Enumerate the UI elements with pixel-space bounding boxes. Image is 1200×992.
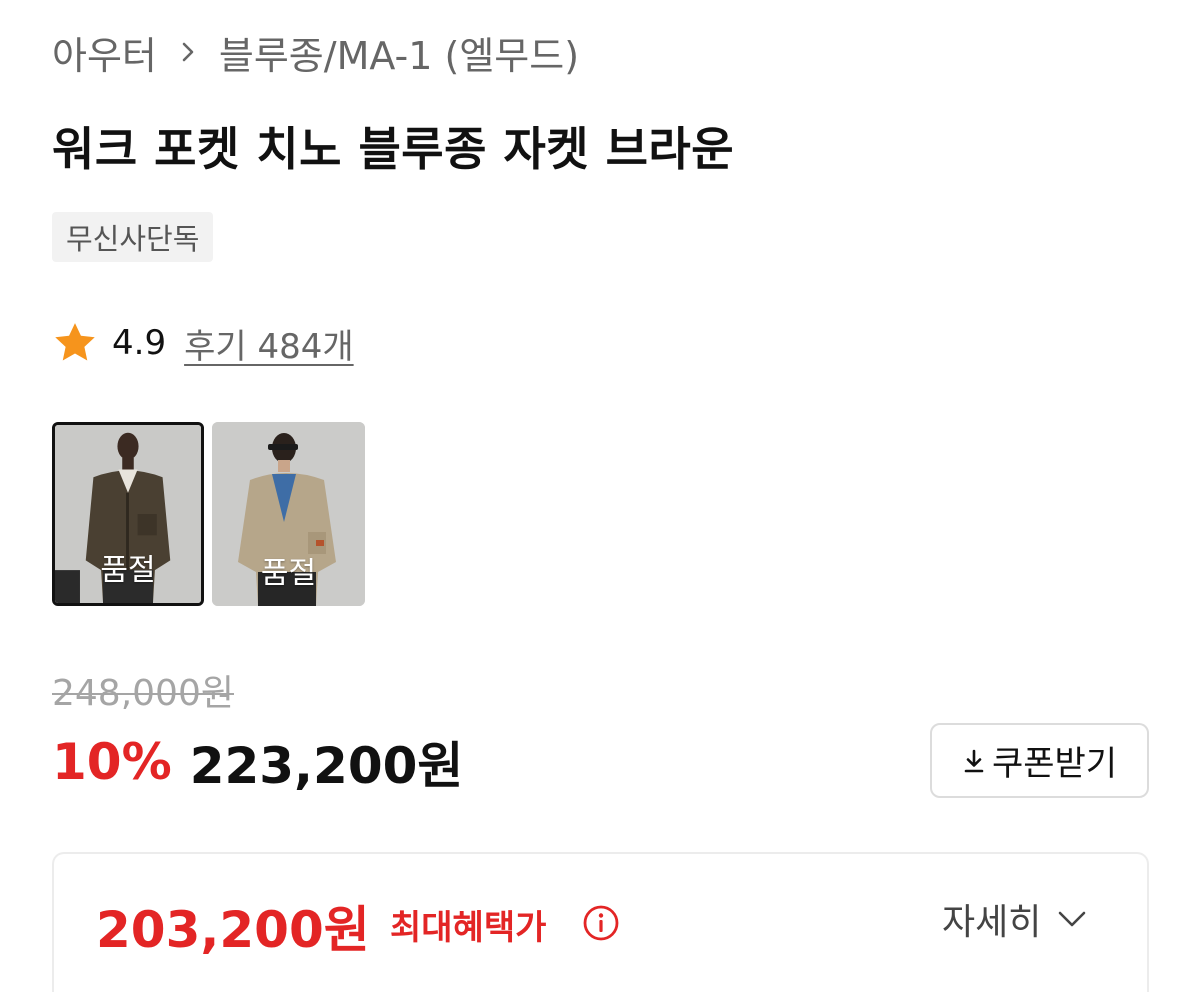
detail-label: 자세히 xyxy=(942,902,1042,943)
discount-rate: 10% xyxy=(52,733,172,791)
chevron-down-icon xyxy=(1059,911,1086,927)
max-benefit-price: 203,200원 xyxy=(96,901,370,959)
sold-out-label: 품절 xyxy=(100,553,156,588)
original-price: 248,000원 xyxy=(52,673,234,714)
sale-price-row: 10% 223,200원 xyxy=(52,728,463,796)
color-thumbnail-khaki[interactable]: 품절 xyxy=(212,422,365,606)
sale-price: 223,200원 xyxy=(189,737,464,795)
breadcrumb-item-outer[interactable]: 아우터 xyxy=(52,25,157,80)
product-title: 워크 포켓 치노 블루종 자켓 브라운 xyxy=(52,122,735,176)
rating-row: 4.9 후기 484개 xyxy=(52,318,354,368)
rating-score: 4.9 xyxy=(112,323,167,363)
download-icon xyxy=(964,749,984,772)
breadcrumb: 아우터 블루종/MA-1 (엘무드) xyxy=(52,24,579,80)
max-benefit-label: 최대혜택가 xyxy=(390,908,547,948)
coupon-download-button[interactable]: 쿠폰받기 xyxy=(930,723,1149,798)
chevron-right-icon xyxy=(177,41,199,63)
review-count-link[interactable]: 후기 484개 xyxy=(184,319,354,368)
info-icon[interactable] xyxy=(582,904,620,942)
exclusive-badge: 무신사단독 xyxy=(52,212,214,262)
benefit-detail-toggle[interactable]: 자세히 xyxy=(942,894,1087,944)
sold-out-label: 품절 xyxy=(260,556,317,591)
max-benefit-panel: 203,200원 최대혜택가 자세히 xyxy=(52,852,1149,992)
coupon-button-label: 쿠폰받기 xyxy=(991,744,1118,784)
star-icon xyxy=(55,323,95,361)
color-thumbnail-brown[interactable]: 품절 xyxy=(52,422,204,606)
breadcrumb-item-category[interactable]: 블루종/MA-1 (엘무드) xyxy=(219,25,579,80)
